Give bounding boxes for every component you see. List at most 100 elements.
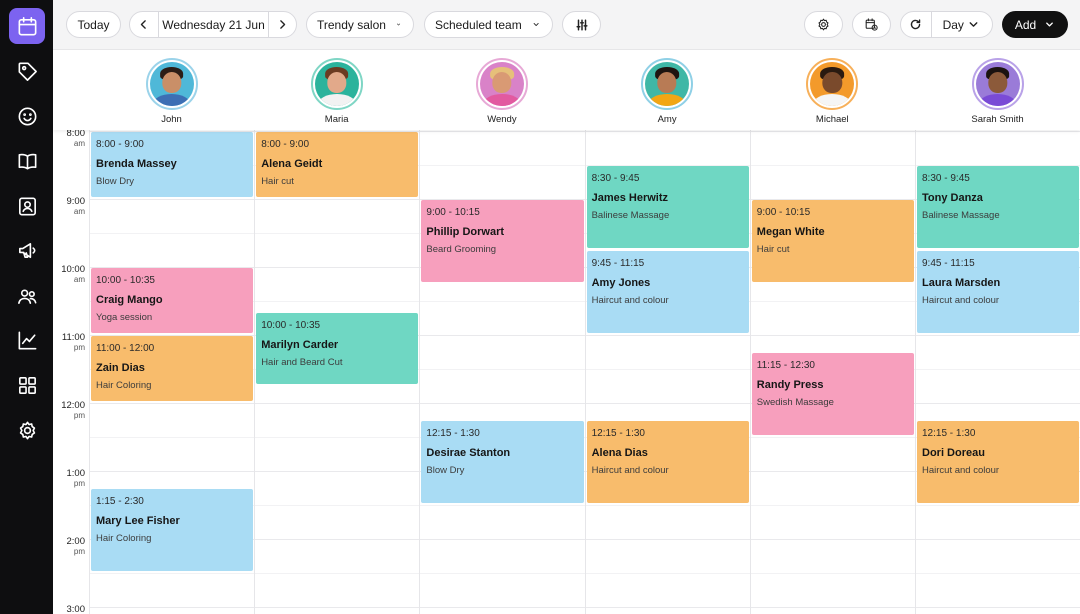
appointment-card[interactable]: 11:15 - 12:30 Randy Press Swedish Massage	[751, 353, 914, 435]
time-label-ampm: pm	[73, 411, 85, 420]
appointment-client: Marilyn Carder	[261, 339, 339, 352]
appointment-time: 8:30 - 9:45	[591, 173, 640, 184]
calendar-grid: 8:00 am 9:00 am 10:00 am 11:00 pm 12:00 pm 1:00 pm 2…	[53, 130, 1080, 614]
avatar-photo	[645, 62, 690, 106]
sidebar-item-clients[interactable]	[9, 98, 45, 134]
avatar-body	[648, 93, 687, 106]
avatar-face	[987, 71, 1008, 93]
app-root: Today Wednesday 21 Jun Trendy salon Sche…	[0, 0, 1080, 614]
appointment-time: 9:45 - 11:15	[591, 258, 645, 269]
chevron-down-icon	[533, 23, 539, 26]
avatar	[145, 58, 198, 110]
appointment-card[interactable]: 9:45 - 11:15 Amy Jones Haircut and colour	[586, 251, 749, 333]
appointment-time: 9:00 - 10:15	[756, 207, 811, 218]
staff-header: John Maria Wendy Amy Michael Sarah Smith	[53, 50, 1080, 130]
time-label: 12:00 pm	[53, 401, 85, 421]
calendar-settings-button[interactable]	[804, 11, 843, 38]
tag-icon	[18, 62, 37, 81]
avatar	[310, 58, 363, 110]
appointment-card[interactable]: 9:00 - 10:15 Megan White Hair cut	[751, 200, 914, 282]
calendar-icon	[18, 16, 36, 35]
appointment-card[interactable]: 12:15 - 1:30 Desirae Stanton Blow Dry	[421, 421, 584, 503]
sidebar-item-catalogue[interactable]	[9, 143, 45, 179]
smiley-icon	[18, 107, 36, 125]
analytics-icon	[18, 331, 36, 349]
date-navigator: Wednesday 21 Jun	[129, 11, 297, 38]
appointment-card[interactable]: 8:00 - 9:00 Alena Geidt Hair cut	[256, 132, 419, 197]
staff-member[interactable]: Michael	[750, 58, 915, 125]
appointment-client: Tony Danza	[922, 192, 983, 204]
column-divider	[749, 130, 751, 614]
megaphone-icon	[18, 242, 36, 258]
time-column: 8:00 am 9:00 am 10:00 am 11:00 pm 12:00 pm 1:00 pm 2…	[53, 130, 89, 614]
appointment-card[interactable]: 10:00 - 10:35 Marilyn Carder Hair and Bear…	[256, 313, 419, 384]
appointment-card[interactable]: 9:00 - 10:15 Phillip Dorwart Beard Groomin…	[421, 200, 584, 282]
avatar	[806, 58, 859, 110]
appointment-card[interactable]: 12:15 - 1:30 Alena Dias Haircut and colour	[586, 421, 749, 503]
appointment-service: Hair Coloring	[96, 380, 152, 391]
appointment-card[interactable]: 11:00 - 12:00 Zain Dias Hair Coloring	[91, 336, 254, 401]
staff-member[interactable]: Wendy	[419, 58, 584, 125]
appointment-service: Blow Dry	[426, 465, 465, 476]
appointment-client: Zain Dias	[96, 362, 145, 374]
refresh-button[interactable]	[901, 12, 931, 37]
appointment-service: Haircut and colour	[922, 295, 1000, 306]
today-button[interactable]: Today	[66, 11, 121, 38]
team-select[interactable]: Scheduled team	[424, 11, 553, 38]
time-label-ampm: am	[73, 275, 85, 284]
view-mode-select[interactable]: Day	[930, 12, 992, 37]
appointment-client: Laura Marsden	[922, 277, 1001, 289]
calendar-clock-icon	[865, 18, 878, 31]
appointment-time: 8:30 - 9:45	[922, 173, 970, 184]
appointment-card[interactable]: 8:30 - 9:45 James Herwitz Balinese Massage	[586, 166, 749, 248]
column-divider	[89, 130, 90, 614]
sidebar-item-marketing[interactable]	[9, 232, 45, 268]
appointment-card[interactable]: 12:15 - 1:30 Dori Doreau Haircut and colou…	[917, 421, 1080, 503]
appointment-client: Desirae Stanton	[426, 447, 511, 459]
staff-name: John	[161, 114, 182, 125]
appointment-service: Beard Grooming	[426, 244, 497, 255]
avatar-body	[482, 93, 521, 106]
appointment-client: Mary Lee Fisher	[96, 515, 180, 527]
sidebar-item-reports[interactable]	[9, 322, 45, 358]
appointment-card[interactable]: 1:15 - 2:30 Mary Lee Fisher Hair Coloring	[91, 489, 254, 571]
appointment-client: Alena Geidt	[261, 158, 323, 170]
previous-day-button[interactable]	[130, 12, 158, 37]
sidebar-item-apps[interactable]	[9, 367, 45, 403]
next-day-button[interactable]	[268, 12, 296, 37]
date-picker-button[interactable]: Wednesday 21 Jun	[157, 12, 268, 37]
appointment-time: 11:15 - 12:30	[756, 360, 815, 371]
appointment-time: 12:15 - 1:30	[591, 428, 645, 439]
avatar-body	[317, 93, 356, 106]
avatar-face	[822, 71, 842, 93]
appointment-time: 10:00 - 10:35	[96, 275, 155, 286]
avatar	[641, 58, 694, 110]
sidebar-item-team[interactable]	[9, 278, 45, 314]
appointment-client: Craig Mango	[96, 294, 163, 306]
chevron-down-icon	[969, 22, 978, 27]
appointment-service: Hair cut	[261, 176, 294, 187]
staff-member[interactable]: Sarah Smith	[915, 58, 1080, 125]
refresh-icon	[911, 19, 921, 30]
add-button[interactable]: Add	[1002, 11, 1068, 38]
sidebar-item-sales[interactable]	[9, 53, 45, 89]
chevron-down-icon	[1046, 22, 1054, 27]
location-select[interactable]: Trendy salon	[306, 11, 414, 38]
appointment-card[interactable]: 8:00 - 9:00 Brenda Massey Blow Dry	[91, 132, 254, 197]
time-label-hour: 12:00	[61, 400, 85, 411]
filters-button[interactable]	[562, 11, 601, 38]
team-label: Scheduled team	[435, 17, 522, 32]
sidebar-item-settings[interactable]	[9, 412, 45, 448]
sidebar-item-calendar[interactable]	[9, 8, 45, 44]
staff-member[interactable]: Maria	[254, 58, 419, 125]
waitlist-button[interactable]	[852, 11, 891, 38]
appointment-card[interactable]: 8:30 - 9:45 Tony Danza Balinese Massage	[917, 166, 1080, 248]
appointment-time: 8:00 - 9:00	[96, 139, 144, 150]
time-label-hour: 1:00	[66, 468, 86, 479]
sidebar-item-contacts[interactable]	[9, 188, 45, 224]
appointment-service: Balinese Massage	[922, 210, 1000, 221]
appointment-card[interactable]: 10:00 - 10:35 Craig Mango Yoga session	[91, 268, 254, 333]
staff-member[interactable]: John	[89, 58, 254, 125]
appointment-card[interactable]: 9:45 - 11:15 Laura Marsden Haircut and col…	[917, 251, 1080, 333]
staff-member[interactable]: Amy	[585, 58, 750, 125]
